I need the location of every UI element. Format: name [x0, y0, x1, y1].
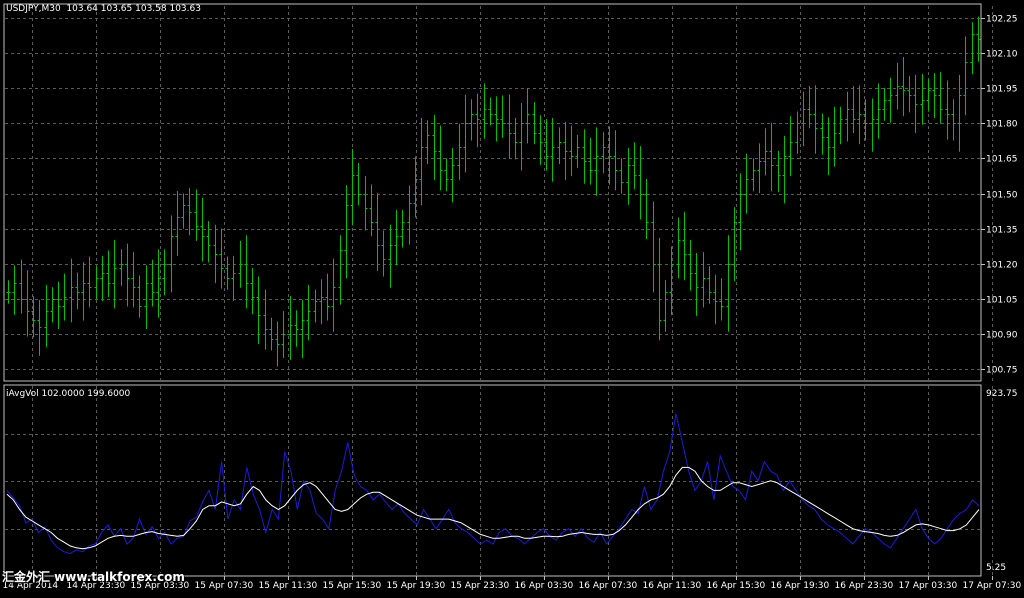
- time-axis-label: 15 Apr 07:30: [195, 581, 254, 591]
- price-axis-label: 102.25: [986, 15, 1018, 25]
- price-axis-label: 101.95: [986, 85, 1018, 95]
- time-axis-label: 16 Apr 15:30: [707, 581, 766, 591]
- time-axis-label: 16 Apr 23:30: [835, 581, 894, 591]
- time-axis-label: 16 Apr 11:30: [643, 581, 702, 591]
- time-axis-label: 16 Apr 19:30: [771, 581, 830, 591]
- time-axis-label: 16 Apr 07:30: [579, 581, 638, 591]
- time-axis-label: 17 Apr 07:30: [963, 581, 1022, 591]
- price-axis-label: 101.50: [986, 191, 1018, 201]
- price-axis-label: 101.05: [986, 296, 1018, 306]
- indicator-line-average: [6, 466, 980, 550]
- indicator-axis-label-min: 5.25: [986, 563, 1006, 573]
- time-axis-label: 15 Apr 23:30: [451, 581, 510, 591]
- indicator-axis-label-max: 923.75: [986, 389, 1018, 399]
- price-pane-frame: [3, 3, 982, 382]
- price-axis-label: 101.20: [986, 261, 1018, 271]
- price-pane-title: USDJPY,M30 103.64 103.65 103.58 103.63: [6, 4, 201, 14]
- time-axis-label: 17 Apr 03:30: [899, 581, 958, 591]
- price-axis-label: 101.65: [986, 155, 1018, 165]
- time-axis-label: 15 Apr 19:30: [387, 581, 446, 591]
- price-axis-label: 101.80: [986, 120, 1018, 130]
- chart-canvas[interactable]: 102.25 102.10 101.95 101.80 101.65 101.50 101.…: [0, 0, 1024, 594]
- indicator-pane-title: iAvgVol 102.0000 199.6000: [6, 389, 131, 399]
- time-axis-label: 15 Apr 11:30: [259, 581, 318, 591]
- indicator-pane-frame: [3, 384, 982, 577]
- price-axis-label: 100.90: [986, 331, 1018, 341]
- price-axis-label: 102.10: [986, 50, 1018, 60]
- price-axis-label: 100.75: [986, 366, 1018, 376]
- watermark: 汇金外汇 www.talkforex.com: [2, 570, 185, 584]
- chart-window[interactable]: 102.25 102.10 101.95 101.80 101.65 101.50 101.…: [0, 0, 1024, 594]
- time-axis-label: 16 Apr 03:30: [515, 581, 574, 591]
- price-axis-label: 101.35: [986, 226, 1018, 236]
- time-axis-label: 15 Apr 15:30: [323, 581, 382, 591]
